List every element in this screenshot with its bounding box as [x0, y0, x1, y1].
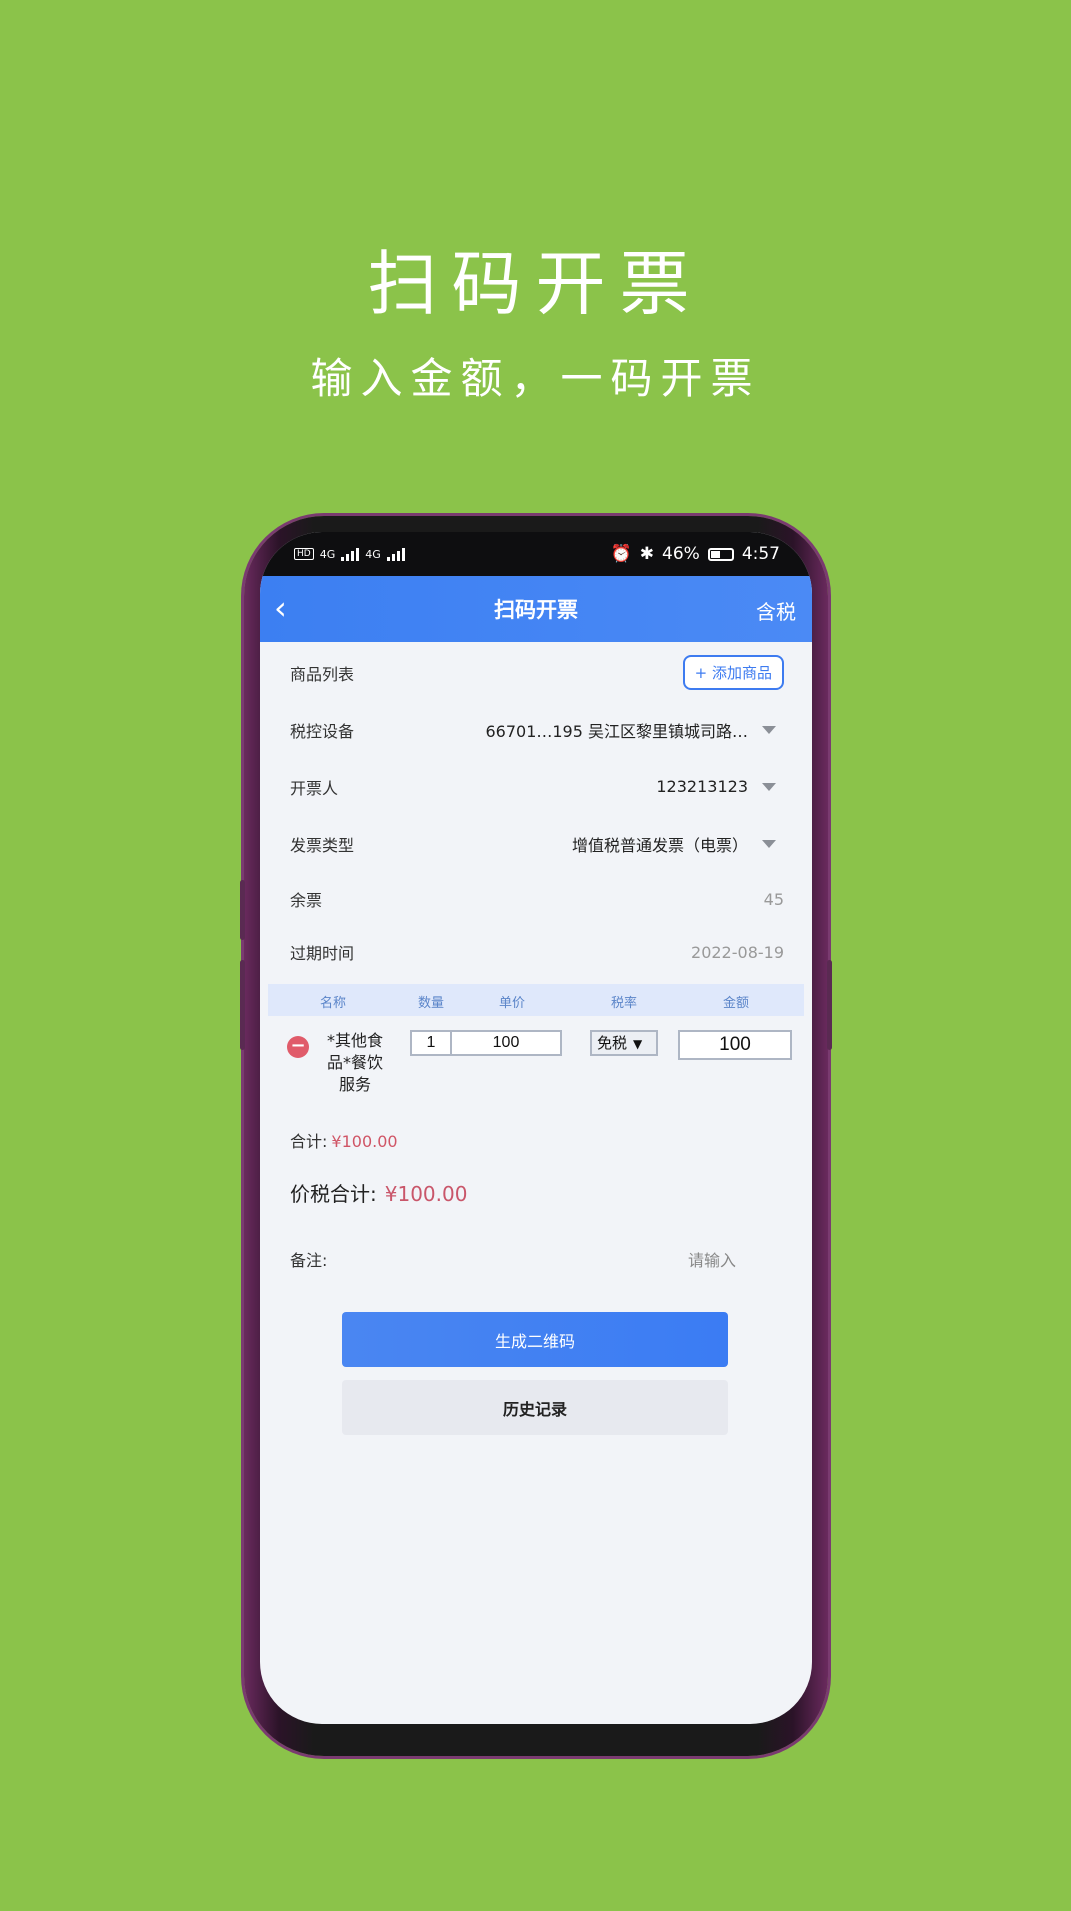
signal-icon	[341, 547, 360, 561]
phone-side-button	[827, 960, 832, 1050]
remark-input[interactable]: 请输入	[688, 1247, 736, 1271]
product-list-row: 商品列表 + 添加商品	[260, 644, 812, 701]
remaining-row: 余票 45	[260, 872, 812, 926]
subtotal-label: 合计:	[290, 1132, 328, 1151]
subtotal: 合计: ¥100.00	[260, 1116, 812, 1164]
hd-badge: HD	[294, 548, 314, 560]
quantity-input[interactable]	[410, 1030, 452, 1056]
status-left: HD 4G 4G	[294, 547, 405, 561]
battery-icon	[707, 547, 734, 561]
invoice-type-row[interactable]: 发票类型 增值税普通发票（电票）	[260, 815, 812, 872]
table-row: − *其他食品*餐饮服务 免税▼	[260, 1016, 812, 1116]
expiry-label: 过期时间	[290, 944, 355, 963]
history-button[interactable]: 历史记录	[342, 1380, 728, 1435]
invoice-type-value[interactable]: 增值税普通发票（电票）	[572, 832, 784, 856]
remaining-label: 余票	[290, 891, 323, 910]
network-label: 4G	[319, 547, 336, 561]
promo-title: 扫码开票	[367, 243, 704, 325]
issuer-label: 开票人	[290, 778, 339, 798]
dropdown-caret-icon	[762, 782, 776, 791]
chevron-left-icon[interactable]: ‹	[274, 590, 304, 626]
expiry-value: 2022-08-19	[691, 942, 784, 962]
phone-side-button	[240, 960, 245, 1050]
tax-device-value[interactable]: 66701…195 吴江区黎里镇城司路…	[485, 718, 784, 742]
promo-subtitle: 输入金额，一码开票	[310, 354, 761, 403]
dropdown-caret-icon	[762, 839, 776, 848]
navbar: ‹ 扫码开票 含税	[260, 576, 812, 642]
th-amount: 金额	[723, 996, 750, 1011]
remark-label: 备注:	[290, 1251, 328, 1270]
signal-icon	[386, 547, 405, 561]
subtotal-value: ¥100.00	[331, 1132, 398, 1151]
tax-rate-select[interactable]: 免税 ▼	[590, 1030, 658, 1056]
th-quantity: 数量	[418, 996, 445, 1011]
status-bar: HD 4G 4G ⏰ ✱ 46% 4:57	[260, 532, 812, 576]
amount-input[interactable]	[678, 1030, 792, 1060]
status-right: ⏰ ✱ 46% 4:57	[611, 544, 780, 564]
battery-percent: 46%	[662, 544, 700, 564]
tax-device-label: 税控设备	[290, 721, 355, 741]
th-name: 名称	[320, 996, 347, 1011]
tax-included-toggle[interactable]: 含税	[756, 596, 796, 625]
phone-screen: HD 4G 4G ⏰ ✱ 46% 4:57 ‹ 扫码开票 含税 商品列表 + 添…	[260, 532, 812, 1724]
bluetooth-icon: ✱	[639, 544, 655, 564]
clock: 4:57	[741, 544, 780, 564]
issuer-value[interactable]: 123213123	[656, 777, 784, 796]
th-tax-rate: 税率	[611, 996, 638, 1011]
table-header: 名称 数量 单价 税率 金额	[268, 984, 804, 1016]
remark-row[interactable]: 备注: 请输入	[260, 1221, 812, 1271]
expiry-row: 过期时间 2022-08-19	[260, 926, 812, 978]
issuer-row[interactable]: 开票人 123213123	[260, 758, 812, 815]
alarm-icon: ⏰	[610, 544, 632, 564]
network-label: 4G	[365, 547, 381, 561]
phone-side-button	[240, 880, 245, 940]
page-title: 扫码开票	[494, 598, 578, 622]
item-name: *其他食品*餐饮服务	[326, 1031, 383, 1094]
remaining-value: 45	[763, 889, 784, 909]
dropdown-triangle-icon: ▼	[633, 1037, 643, 1051]
add-product-button[interactable]: + 添加商品	[682, 655, 784, 690]
grand-total: 价税合计: ¥100.00	[260, 1164, 812, 1221]
tax-device-row[interactable]: 税控设备 66701…195 吴江区黎里镇城司路…	[260, 701, 812, 758]
th-unit-price: 单价	[499, 996, 526, 1011]
dropdown-caret-icon	[762, 725, 776, 734]
remove-item-button[interactable]: −	[287, 1036, 309, 1058]
product-list-label: 商品列表	[290, 664, 355, 684]
grand-total-value: ¥100.00	[384, 1182, 468, 1206]
grand-total-label: 价税合计:	[290, 1182, 377, 1206]
generate-qr-button[interactable]: 生成二维码	[342, 1312, 728, 1367]
invoice-type-label: 发票类型	[290, 835, 355, 855]
unit-price-input[interactable]	[450, 1030, 562, 1056]
